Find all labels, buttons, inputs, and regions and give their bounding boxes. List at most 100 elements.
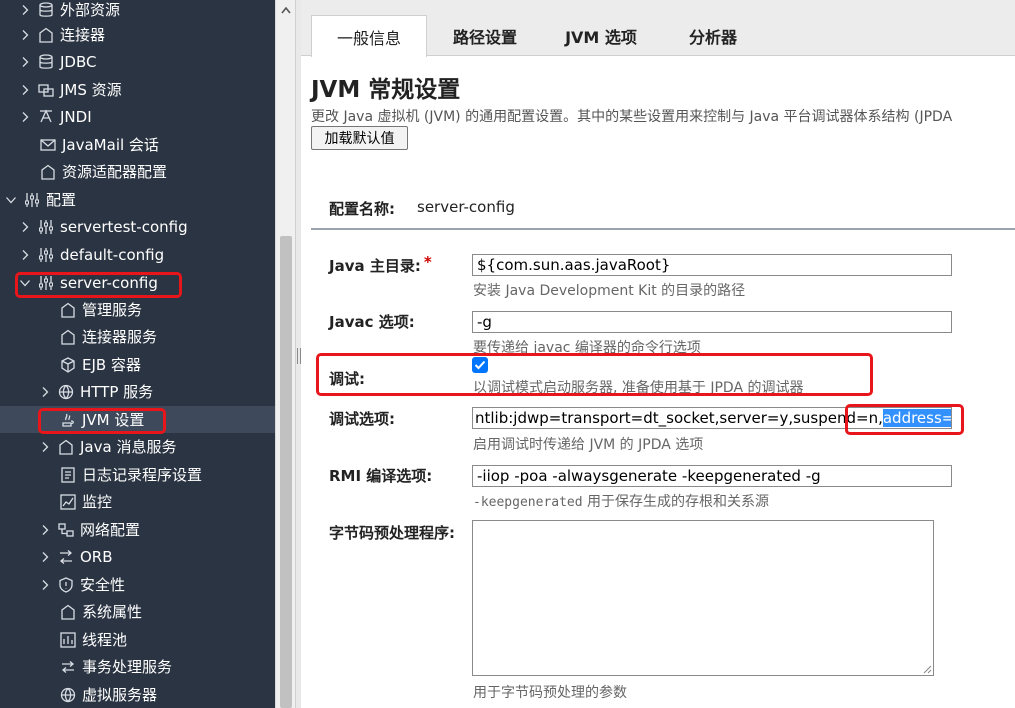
annotation-box-debug (316, 353, 873, 396)
chevron-right-icon[interactable] (38, 550, 52, 564)
tab-bar: 一般信息 路径设置 JVM 选项 分析器 (301, 0, 1015, 57)
sidebar-item[interactable]: EJB 容器 (0, 351, 275, 378)
sidebar-item[interactable]: 外部资源 (0, 0, 275, 23)
sidebar-item-label: 监控 (82, 493, 113, 511)
bytecode-preprocessor-label: 字节码预处理程序: (329, 524, 455, 542)
sidebar-item-label: JMS 资源 (60, 81, 122, 99)
sidebar-item[interactable]: JMS 资源 (0, 76, 275, 103)
sliders-icon (36, 217, 56, 237)
rmi-options-help: -keepgenerated 用于保存生成的存根和关系源 (473, 491, 769, 511)
sidebar-item[interactable]: 日志记录程序设置 (0, 461, 275, 488)
sidebar-item[interactable]: HTTP 服务 (0, 378, 275, 405)
database-icon (36, 0, 56, 20)
javac-options-input[interactable]: -g (472, 311, 952, 333)
chevron-right-icon[interactable] (18, 3, 32, 17)
rmi-options-input[interactable]: -iiop -poa -alwaysgenerate -keepgenerate… (472, 465, 952, 487)
chevron-right-icon[interactable] (18, 83, 32, 97)
sliders-icon (22, 190, 42, 210)
sidebar-item[interactable]: JavaMail 会话 (0, 131, 275, 158)
chevron-right-icon[interactable] (18, 248, 32, 262)
sidebar-item[interactable]: JDBC (0, 48, 275, 75)
house-icon (36, 25, 56, 45)
jms-icon (36, 80, 56, 100)
scroll-up-arrow-icon[interactable] (276, 0, 296, 20)
globe-icon (56, 382, 76, 402)
rmi-options-label: RMI 编译选项: (329, 467, 433, 485)
sidebar-item-label: 网络配置 (80, 521, 141, 539)
rmi-help-code: -keepgenerated (473, 495, 583, 510)
network-icon (56, 520, 76, 540)
tab-jvm-options[interactable]: JVM 选项 (555, 15, 647, 56)
house-icon (38, 162, 58, 182)
sidebar-item[interactable]: 事务处理服务 (0, 653, 275, 680)
sidebar-scrollbar[interactable] (275, 0, 295, 708)
java-home-input[interactable]: ${com.sun.aas.javaRoot} (472, 254, 952, 276)
debug-options-label: 调试选项: (329, 410, 395, 428)
chevron-right-icon[interactable] (38, 578, 52, 592)
sidebar-item-label: 外部资源 (60, 1, 121, 19)
chevron-right-icon[interactable] (18, 110, 32, 124)
sidebar-item-label: 连接器服务 (82, 328, 158, 346)
chevron-down-icon[interactable] (4, 193, 18, 207)
sidebar-item[interactable]: 安全性 (0, 571, 275, 598)
sidebar-item[interactable]: default-config (0, 241, 275, 268)
sidebar-item-label: 资源适配器配置 (62, 163, 168, 181)
scrollbar-thumb[interactable] (280, 236, 292, 708)
sidebar-item[interactable]: 网络配置 (0, 516, 275, 543)
chevron-right-icon[interactable] (18, 55, 32, 69)
sidebar-item-label: JavaMail 会话 (62, 136, 159, 154)
chevron-right-icon[interactable] (38, 385, 52, 399)
sidebar-item-label: 连接器 (60, 26, 106, 44)
sidebar-item[interactable]: 资源适配器配置 (0, 158, 275, 185)
sidebar-item-label: 安全性 (80, 576, 126, 594)
sidebar-item[interactable]: servertest-config (0, 213, 275, 240)
sidebar-item[interactable]: 虚拟服务器 (0, 681, 275, 708)
page-title: JVM 常规设置 (311, 77, 461, 103)
sidebar-item[interactable]: 系统属性 (0, 598, 275, 625)
sidebar-item-label: JNDI (60, 107, 92, 126)
bytecode-help: 用于字节码预处理的参数 (473, 685, 627, 701)
sidebar-item[interactable]: 线程池 (0, 626, 275, 653)
sidebar-item-label: 配置 (46, 191, 77, 209)
chevron-right-icon[interactable] (38, 440, 52, 454)
sidebar-item[interactable]: 管理服务 (0, 296, 275, 323)
config-name-value: server-config (417, 198, 515, 216)
sidebar-item[interactable]: 配置 (0, 186, 275, 213)
sidebar-item[interactable]: Java 消息服务 (0, 433, 275, 460)
sidebar-item[interactable]: JNDI (0, 103, 275, 130)
database-icon (36, 52, 56, 72)
chart-icon (58, 492, 78, 512)
chevron-right-icon[interactable] (38, 523, 52, 537)
tab-path-settings[interactable]: 路径设置 (441, 15, 529, 56)
sidebar-item-label: JDBC (60, 52, 97, 71)
sliders-icon (36, 245, 56, 265)
sidebar-item[interactable]: 监控 (0, 488, 275, 515)
sidebar-item[interactable]: 连接器服务 (0, 323, 275, 350)
required-mark: * (423, 253, 432, 271)
load-defaults-button[interactable]: 加载默认值 (311, 126, 408, 150)
transaction-icon (58, 657, 78, 677)
chevron-right-icon[interactable] (18, 28, 32, 42)
resize-handle-icon[interactable] (922, 664, 932, 674)
sidebar-item-label: 管理服务 (82, 301, 143, 319)
tab-general[interactable]: 一般信息 (311, 15, 427, 57)
debug-options-help: 启用调试时传递给 JVM 的 JPDA 选项 (473, 437, 704, 453)
chevron-right-icon[interactable] (18, 220, 32, 234)
house-icon (56, 437, 76, 457)
orb-icon (56, 547, 76, 567)
sidebar-item[interactable]: 连接器 (0, 21, 275, 48)
house-icon (58, 300, 78, 320)
sidebar-item-label: EJB 容器 (82, 356, 141, 374)
java-home-label-text: Java 主目录: (329, 257, 421, 275)
envelope-icon (38, 135, 58, 155)
log-icon (58, 465, 78, 485)
threadpool-icon (58, 630, 78, 650)
bytecode-preprocessor-textarea[interactable] (472, 520, 934, 676)
tab-profiler[interactable]: 分析器 (677, 15, 749, 56)
sidebar-item-label: 事务处理服务 (82, 658, 173, 676)
house-icon (58, 327, 78, 347)
sidebar-item-label: 日志记录程序设置 (82, 466, 203, 484)
sidebar-item[interactable]: ORB (0, 543, 275, 570)
config-name-section: 配置名称: server-config (311, 186, 1015, 230)
rmi-help-text: 用于保存生成的存根和关系源 (582, 494, 770, 510)
